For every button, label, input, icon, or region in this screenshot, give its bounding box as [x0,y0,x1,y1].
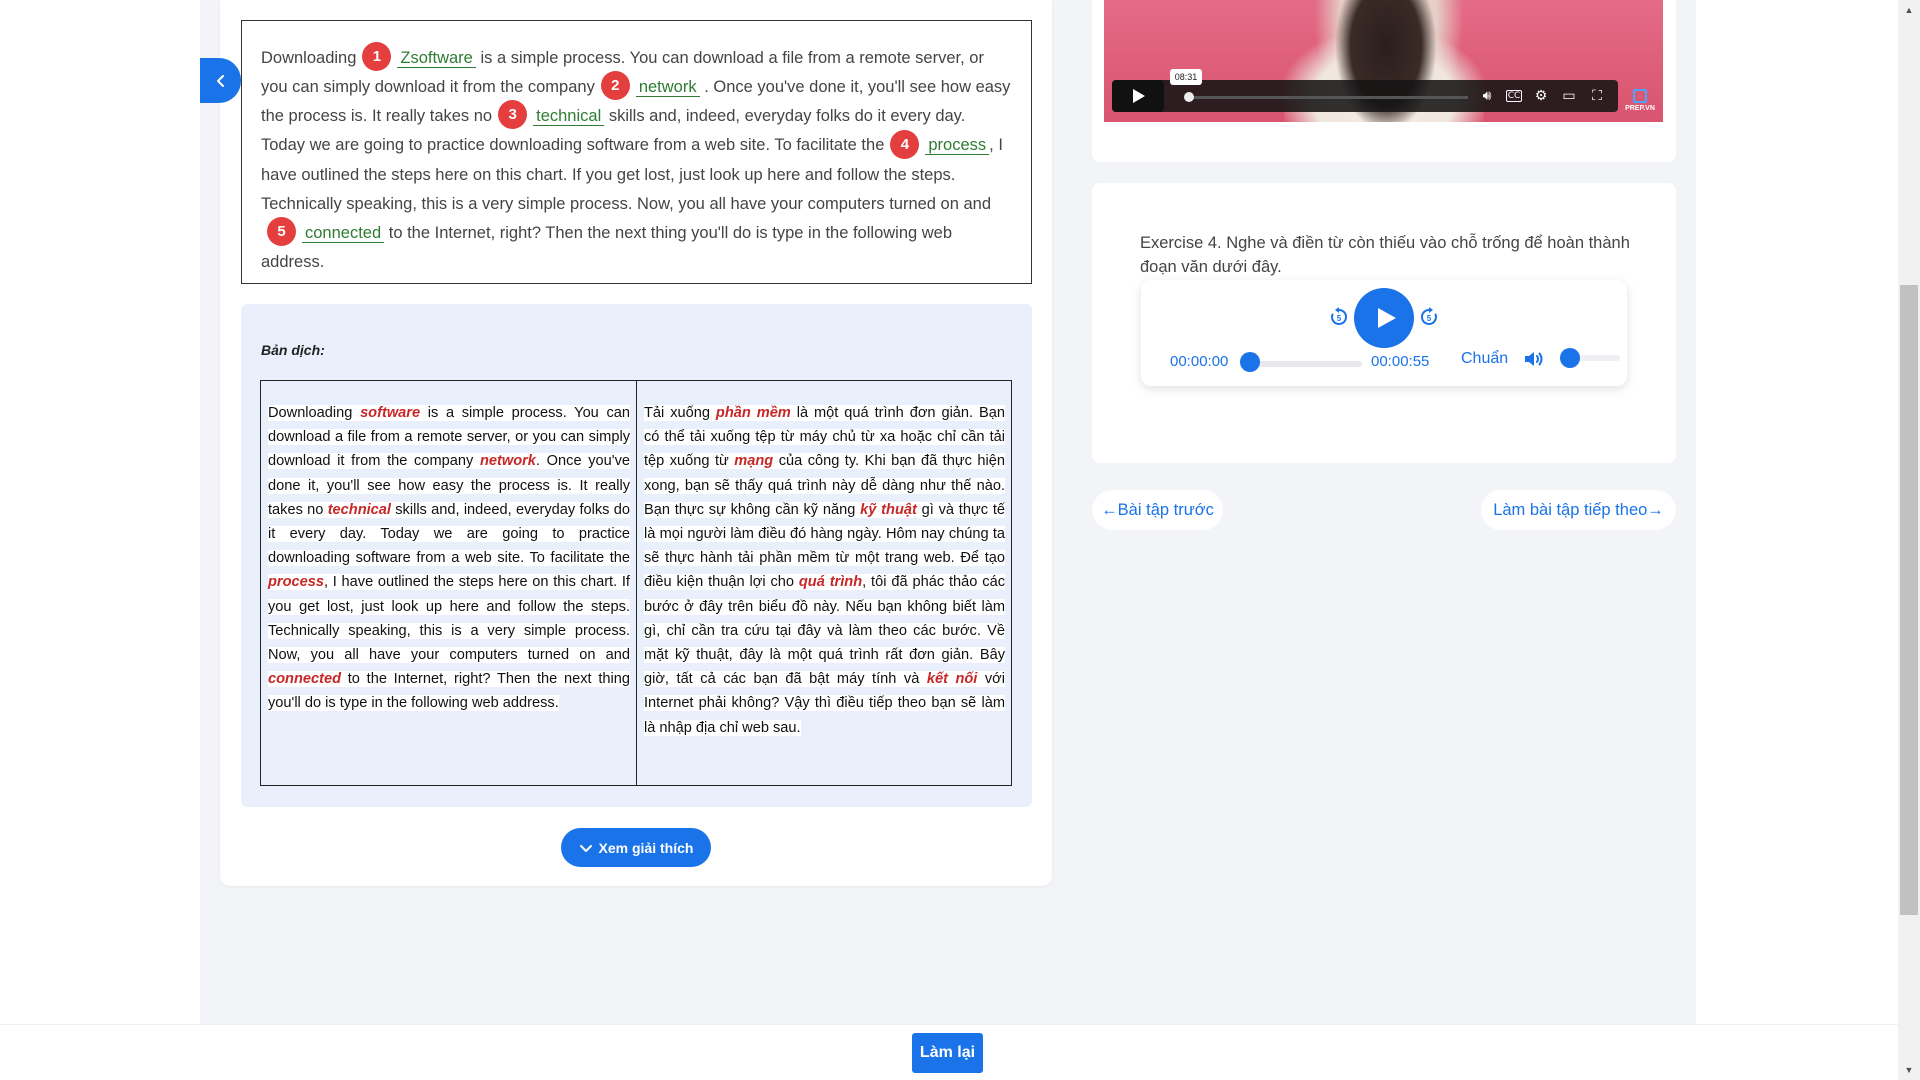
show-explanation-label: Xem giải thích [598,839,694,856]
scroll-down-arrow-icon[interactable]: ▼ [1898,1060,1920,1080]
video-seek-bar[interactable] [1188,96,1468,99]
blank-number-badge: 3 [498,100,528,130]
chevron-down-icon [579,844,592,852]
blank-answer[interactable]: network [635,78,700,98]
volume-icon[interactable]: 🔊︎ [1478,87,1496,105]
prep-logo-text: PREP.VN [1625,105,1655,112]
translation-keyword: software [360,405,421,421]
translation-keyword: quá trình [798,574,863,591]
translation-text: Downloading [268,405,361,421]
blank-answer[interactable]: connected [302,223,385,243]
audio-duration: 00:00:55 [1371,353,1430,370]
scroll-up-arrow-icon[interactable]: ▲ [1898,0,1920,20]
blank-answer[interactable]: process [925,136,990,156]
translation-english-column: Downloading software is a simple process… [261,381,636,785]
video-hover-time: 08:31 [1170,69,1202,85]
blank-answer[interactable]: technical [533,107,605,127]
translation-keyword: process [268,574,324,591]
translation-keyword: phần mềm [715,405,791,421]
blank-number-badge: 1 [362,42,392,72]
audio-play-button[interactable] [1354,288,1414,348]
translation-keyword: mạng [734,453,774,470]
translation-keyword: network [479,453,536,470]
translation-keyword: connected [268,671,341,688]
translation-text: Tải xuống [644,405,716,421]
audio-current-time: 00:00:00 [1170,353,1229,370]
redo-button[interactable]: Làm lại [912,1033,983,1073]
fullscreen-icon[interactable]: ⛶ [1588,87,1606,105]
translation-vietnamese-column: Tải xuống phần mềm là một quá trình đơn … [636,381,1011,785]
blank-number-badge: 5 [267,216,296,246]
next-exercise-button[interactable]: Làm bài tập tiếp theo→ [1481,490,1676,530]
prep-logo[interactable]: PREP.VN [1624,84,1656,112]
video-play-button[interactable] [1112,80,1164,112]
audio-seek-bar[interactable] [1250,361,1362,367]
volume-slider-handle[interactable] [1560,348,1580,368]
settings-gear-icon[interactable]: ⚙ [1532,87,1550,105]
video-seek-handle[interactable] [1184,92,1194,102]
passage-box: Downloading 1 Zsoftware is a simple proces… [241,20,1032,284]
translation-keyword: kỹ thuật [860,501,917,518]
translation-keyword: technical [327,501,391,518]
play-icon [1378,308,1396,328]
blank-answer[interactable]: Zsoftware [397,49,476,68]
audio-seek-handle[interactable] [1240,352,1260,372]
volume-icon[interactable] [1522,347,1546,371]
translation-title: Bản dịch: [261,342,325,358]
playback-speed-button[interactable]: Chuẩn [1461,350,1508,368]
rewind-5s-icon[interactable]: 5 [1328,306,1350,328]
blank-number-badge: 2 [600,71,630,101]
sidebar-toggle-button[interactable] [200,58,241,103]
blank-number-badge: 4 [890,129,920,159]
video-control-icons: 🔊︎ CC ⚙ ▭ ⛶ [1478,87,1606,105]
show-explanation-button[interactable]: Xem giải thích [561,828,711,867]
passage-text: Downloading [261,49,357,67]
scrollbar-thumb[interactable] [1900,285,1918,915]
chevron-left-icon [216,74,224,87]
svg-text:5: 5 [1427,314,1432,323]
captions-icon[interactable]: CC [1506,90,1522,102]
svg-text:5: 5 [1337,314,1342,323]
translation-panel: Bản dịch: Downloading software is a simp… [241,304,1032,807]
play-icon [1133,89,1145,103]
forward-5s-icon[interactable]: 5 [1418,306,1440,328]
translation-table: Downloading software is a simple process… [260,380,1012,786]
translation-keyword: kết nối [926,671,978,688]
miniplayer-icon[interactable]: ▭ [1560,87,1578,105]
previous-exercise-button[interactable]: ←Bài tập trước [1092,490,1223,530]
prep-logo-mark [1633,89,1647,103]
exercise-title: Exercise 4. Nghe và điền từ còn thiếu và… [1140,234,1630,276]
